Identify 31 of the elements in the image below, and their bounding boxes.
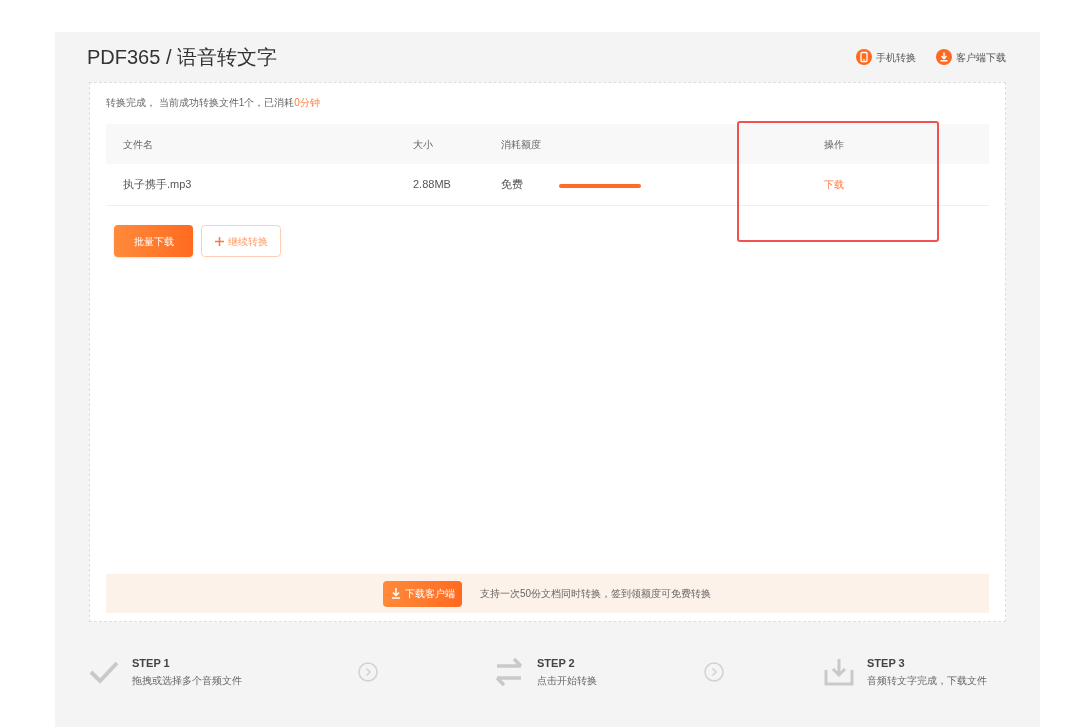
header-link[interactable]: 客户端下载 — [936, 49, 1006, 65]
step-description: 点击开始转换 — [537, 674, 597, 688]
download-link[interactable]: 下载 — [823, 177, 844, 192]
step-description: 音频转文字完成，下载文件 — [867, 674, 987, 688]
column-header: 大小 — [413, 137, 433, 152]
swap-arrows-icon — [495, 657, 523, 687]
page-title: PDF365 / 语音转文字 — [87, 45, 278, 70]
header-link[interactable]: 手机转换 — [856, 49, 916, 65]
step-description: 拖拽或选择多个音频文件 — [132, 674, 242, 688]
plus-icon — [214, 236, 224, 246]
check-icon — [89, 660, 119, 684]
banner-text: 支持一次50份文档同时转换，签到领额度可免费转换 — [480, 587, 712, 601]
step-title: STEP 1 — [132, 656, 171, 671]
table-cell: 2.88MB — [413, 178, 451, 191]
download-icon — [936, 49, 952, 65]
column-header: 操作 — [823, 137, 844, 152]
continue-convert-button[interactable]: 继续转换 — [201, 225, 281, 257]
download-icon — [390, 588, 401, 599]
download-client-button[interactable]: 下载客户端 — [383, 580, 462, 607]
table-cell: 执子携手.mp3 — [123, 178, 192, 191]
step-title: STEP 3 — [867, 656, 906, 671]
step-title: STEP 2 — [537, 656, 576, 671]
status-message: 转换完成， 当前成功转换文件1个，已消耗0分钟 — [106, 96, 321, 110]
column-header: 消耗额度 — [501, 137, 541, 152]
phone-icon — [856, 49, 872, 65]
table-cell-text: 免费 — [501, 177, 523, 193]
chevron-circle-icon — [358, 662, 378, 682]
chevron-circle-icon — [704, 662, 724, 682]
download-tray-icon — [824, 658, 854, 686]
column-header: 文件名 — [123, 137, 153, 152]
batch-download-button[interactable]: 批量下载 — [114, 225, 193, 257]
